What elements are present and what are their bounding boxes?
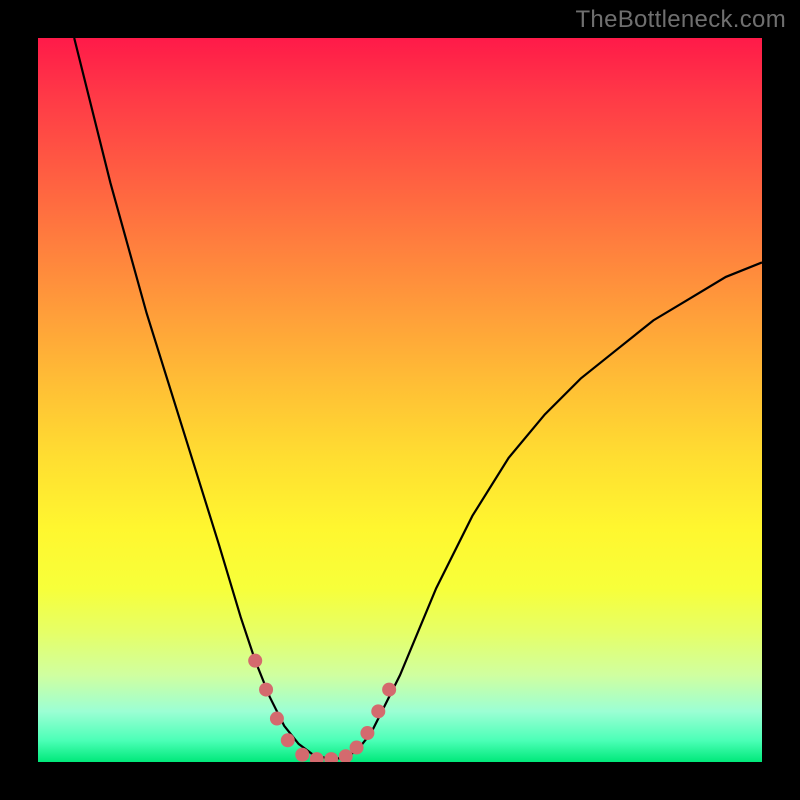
watermark-text: TheBottleneck.com — [575, 6, 786, 34]
highlight-dot — [248, 654, 262, 668]
highlight-dot — [324, 752, 338, 762]
highlight-dot — [281, 733, 295, 747]
highlight-dot — [295, 748, 309, 762]
highlight-dot — [382, 683, 396, 697]
highlight-dots — [248, 654, 396, 762]
plot-area — [38, 38, 762, 762]
curve-layer — [38, 38, 762, 762]
highlight-dot — [371, 704, 385, 718]
highlight-dot — [270, 712, 284, 726]
highlight-dot — [350, 741, 364, 755]
chart-frame: TheBottleneck.com — [0, 0, 800, 800]
highlight-dot — [360, 726, 374, 740]
bottleneck-curve — [74, 38, 762, 758]
highlight-dot — [259, 683, 273, 697]
